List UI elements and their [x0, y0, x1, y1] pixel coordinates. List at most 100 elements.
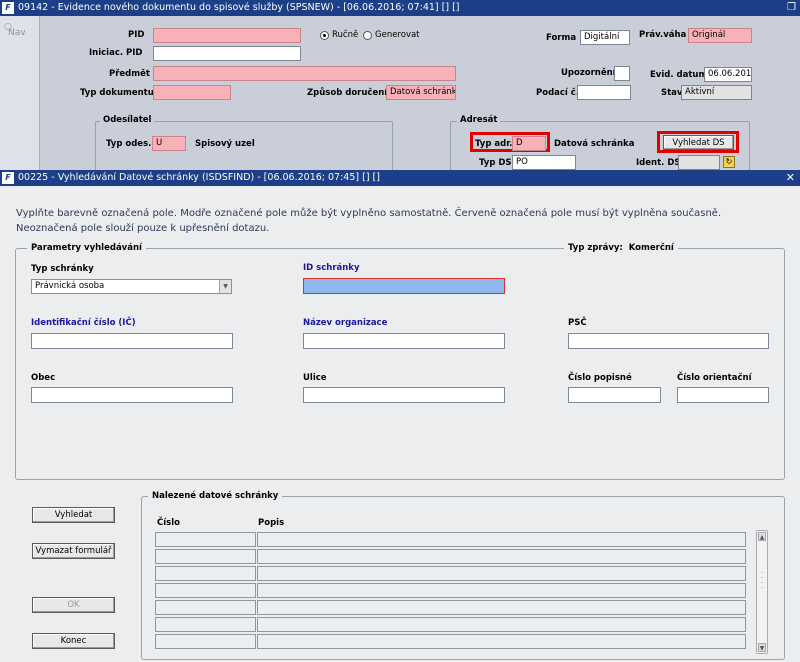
psc-label: PSČ: [568, 318, 587, 328]
vymazat-formular-button[interactable]: Vymazat formulář: [32, 543, 115, 559]
cislo-popisne-input[interactable]: [568, 387, 661, 403]
radio-rucne-label[interactable]: Ručně: [332, 30, 358, 40]
typ-zpravy-label: Typ zprávy:: [568, 243, 623, 253]
iniciac-pid-field[interactable]: [153, 46, 301, 61]
typ-ds-label: Typ DS: [479, 158, 512, 168]
vyhledat-ds-button[interactable]: Vyhledat DS: [663, 135, 734, 150]
scroll-up-icon[interactable]: ▲: [758, 532, 766, 541]
result-cell-popis[interactable]: [257, 549, 746, 564]
cislo-popisne-label: Číslo popisné: [568, 373, 632, 383]
nazev-org-input[interactable]: [303, 333, 505, 349]
stav-label: Stav: [661, 88, 683, 98]
ok-button[interactable]: OK: [32, 597, 115, 613]
instructions-line-1: Vyplňte barevně označená pole. Modře ozn…: [16, 208, 722, 219]
forma-label: Forma: [546, 33, 577, 43]
pid-field[interactable]: [153, 28, 301, 43]
ulice-input[interactable]: [303, 387, 505, 403]
ic-label: Identifikační číslo (IČ): [31, 318, 136, 328]
typ-schranky-value: Právnická osoba: [35, 281, 105, 291]
typ-zpravy: Typ zprávy: Komerční: [564, 243, 678, 253]
radio-generovat-label[interactable]: Generovat: [375, 30, 420, 40]
radio-generovat[interactable]: [363, 31, 372, 40]
cislo-orientacni-label: Číslo orientační: [677, 373, 752, 383]
dialog-close-icon[interactable]: ✕: [786, 170, 795, 186]
typ-odes-field[interactable]: U: [152, 136, 186, 151]
chevron-down-icon[interactable]: ▼: [219, 280, 231, 293]
vyhledat-button[interactable]: Vyhledat: [32, 507, 115, 523]
result-cell-cislo[interactable]: [155, 566, 256, 581]
scroll-grip-icon[interactable]: · · · ·: [759, 570, 765, 601]
result-cell-cislo[interactable]: [155, 532, 256, 547]
typ-odes-label: Typ odes.: [106, 139, 152, 149]
zpusob-doruceni-field[interactable]: Datová schránka: [386, 85, 456, 100]
search-dialog: Vyplňte barevně označená pole. Modře ozn…: [0, 186, 800, 662]
instructions: Vyplňte barevně označená pole. Modře ozn…: [16, 206, 776, 236]
radio-rucne[interactable]: [320, 31, 329, 40]
result-cell-cislo[interactable]: [155, 634, 256, 649]
result-cell-popis[interactable]: [257, 600, 746, 615]
typ-adr-field[interactable]: D: [512, 136, 546, 151]
spisovy-uzel-label: Spisový uzel: [195, 139, 255, 149]
ulice-label: Ulice: [303, 373, 327, 383]
iniciac-pid-label: Iniciac. PID: [89, 48, 143, 58]
evid-datum-field[interactable]: 06.06.2016: [704, 67, 752, 82]
result-cell-popis[interactable]: [257, 634, 746, 649]
instructions-line-2: Neoznačená pole slouží pouze k upřesnění…: [16, 223, 270, 234]
main-window-title: 09142 - Evidence nového dokumentu do spi…: [18, 2, 460, 13]
ident-ds-field[interactable]: [678, 155, 720, 170]
typ-zpravy-value: Komerční: [628, 243, 674, 253]
dialog-title: 00225 - Vyhledávání Datové schránky (ISD…: [18, 172, 380, 183]
adresat-title: Adresát: [457, 115, 501, 125]
result-cell-popis[interactable]: [257, 617, 746, 632]
typ-schranky-label: Typ schránky: [31, 264, 94, 274]
konec-button[interactable]: Konec: [32, 633, 115, 649]
result-cell-popis[interactable]: [257, 583, 746, 598]
result-cell-cislo[interactable]: [155, 600, 256, 615]
scroll-down-icon[interactable]: ▼: [758, 643, 766, 652]
result-cell-popis[interactable]: [257, 532, 746, 547]
main-form-area: ○ Nav PID Ručně Generovat Forma Digitáln…: [0, 16, 800, 173]
odesilatel-title: Odesílatel: [100, 115, 155, 125]
evid-datum-label: Evid. datum: [650, 70, 708, 80]
result-cell-popis[interactable]: [257, 566, 746, 581]
predmet-field[interactable]: [153, 66, 456, 81]
ic-input[interactable]: [31, 333, 233, 349]
upozorneni-field[interactable]: [614, 66, 630, 81]
datova-schranka-label: Datová schránka: [554, 139, 635, 149]
results-scrollbar[interactable]: ▲ · · · · ▼: [756, 530, 768, 654]
forma-field[interactable]: Digitální: [580, 30, 630, 45]
result-cell-cislo[interactable]: [155, 583, 256, 598]
cislo-orientacni-input[interactable]: [677, 387, 769, 403]
upozorneni-label: Upozornění: [561, 68, 616, 78]
typ-dokumentu-field[interactable]: [153, 85, 231, 100]
predmet-label: Předmět: [109, 69, 150, 79]
ident-ds-label: Ident. DS: [636, 158, 681, 168]
zpusob-doruceni-label: Způsob doručení: [307, 88, 388, 98]
restore-window-icon[interactable]: ❐: [787, 0, 796, 16]
nav-panel[interactable]: ○ Nav: [0, 16, 40, 170]
dialog-logo-icon: F: [2, 172, 14, 184]
prav-vaha-label: Práv.váha: [639, 30, 687, 40]
app-logo-icon: F: [2, 2, 14, 14]
result-cell-cislo[interactable]: [155, 617, 256, 632]
podaci-c-label: Podací č.: [536, 88, 580, 98]
id-schranky-input[interactable]: [303, 278, 505, 294]
typ-adr-label: Typ adr.: [475, 139, 513, 149]
prav-vaha-field[interactable]: Originál: [688, 28, 752, 43]
col-popis-header: Popis: [258, 518, 285, 528]
typ-ds-field[interactable]: PO: [512, 155, 576, 170]
obec-input[interactable]: [31, 387, 233, 403]
ident-ds-lookup-icon[interactable]: ↻: [723, 156, 735, 168]
dialog-titlebar: F 00225 - Vyhledávání Datové schránky (I…: [0, 170, 800, 186]
podaci-c-field[interactable]: [577, 85, 631, 100]
main-window-titlebar: F 09142 - Evidence nového dokumentu do s…: [0, 0, 800, 16]
result-cell-cislo[interactable]: [155, 549, 256, 564]
col-cislo-header: Číslo: [157, 518, 180, 528]
stav-field[interactable]: Aktivní: [681, 85, 752, 100]
typ-schranky-select[interactable]: Právnická osoba ▼: [31, 279, 232, 294]
pid-label: PID: [128, 30, 145, 40]
obec-label: Obec: [31, 373, 56, 383]
psc-input[interactable]: [568, 333, 769, 349]
typ-dokumentu-label: Typ dokumentu: [80, 88, 154, 98]
nav-label[interactable]: ○ Nav: [4, 22, 26, 38]
